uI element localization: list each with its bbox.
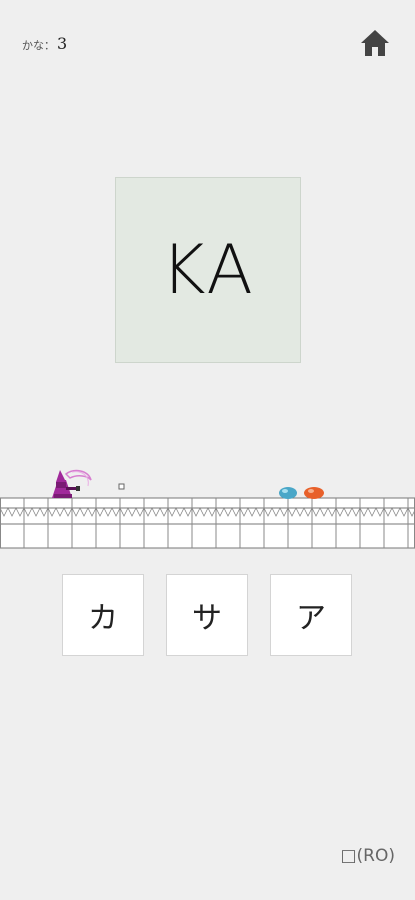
kana-score: かな： 3 <box>22 34 67 53</box>
orange-slime <box>304 487 324 499</box>
choice-button-1[interactable]: カ <box>62 574 144 656</box>
blue-slime <box>279 487 297 499</box>
projectile <box>118 483 125 490</box>
home-icon <box>361 30 389 56</box>
score-value: 3 <box>57 34 68 53</box>
prompt-romaji: KA <box>161 230 255 310</box>
answer-choices: カ サ ア <box>62 574 354 658</box>
game-stage <box>0 469 415 549</box>
game-screen: かな： 3 KA カ サ ア □(RO) <box>0 0 415 900</box>
home-button[interactable] <box>359 28 391 58</box>
choice-button-3[interactable]: ア <box>270 574 352 656</box>
prompt-card: KA <box>115 177 301 363</box>
wizard-sprite <box>52 469 92 498</box>
choice-kana: サ <box>192 601 222 636</box>
choice-kana: カ <box>88 601 118 636</box>
previous-kana-note: □(RO) <box>340 846 395 866</box>
ground-track <box>0 498 415 548</box>
choice-kana: ア <box>296 601 326 636</box>
choice-button-2[interactable]: サ <box>166 574 248 656</box>
score-label: かな： <box>22 39 55 52</box>
